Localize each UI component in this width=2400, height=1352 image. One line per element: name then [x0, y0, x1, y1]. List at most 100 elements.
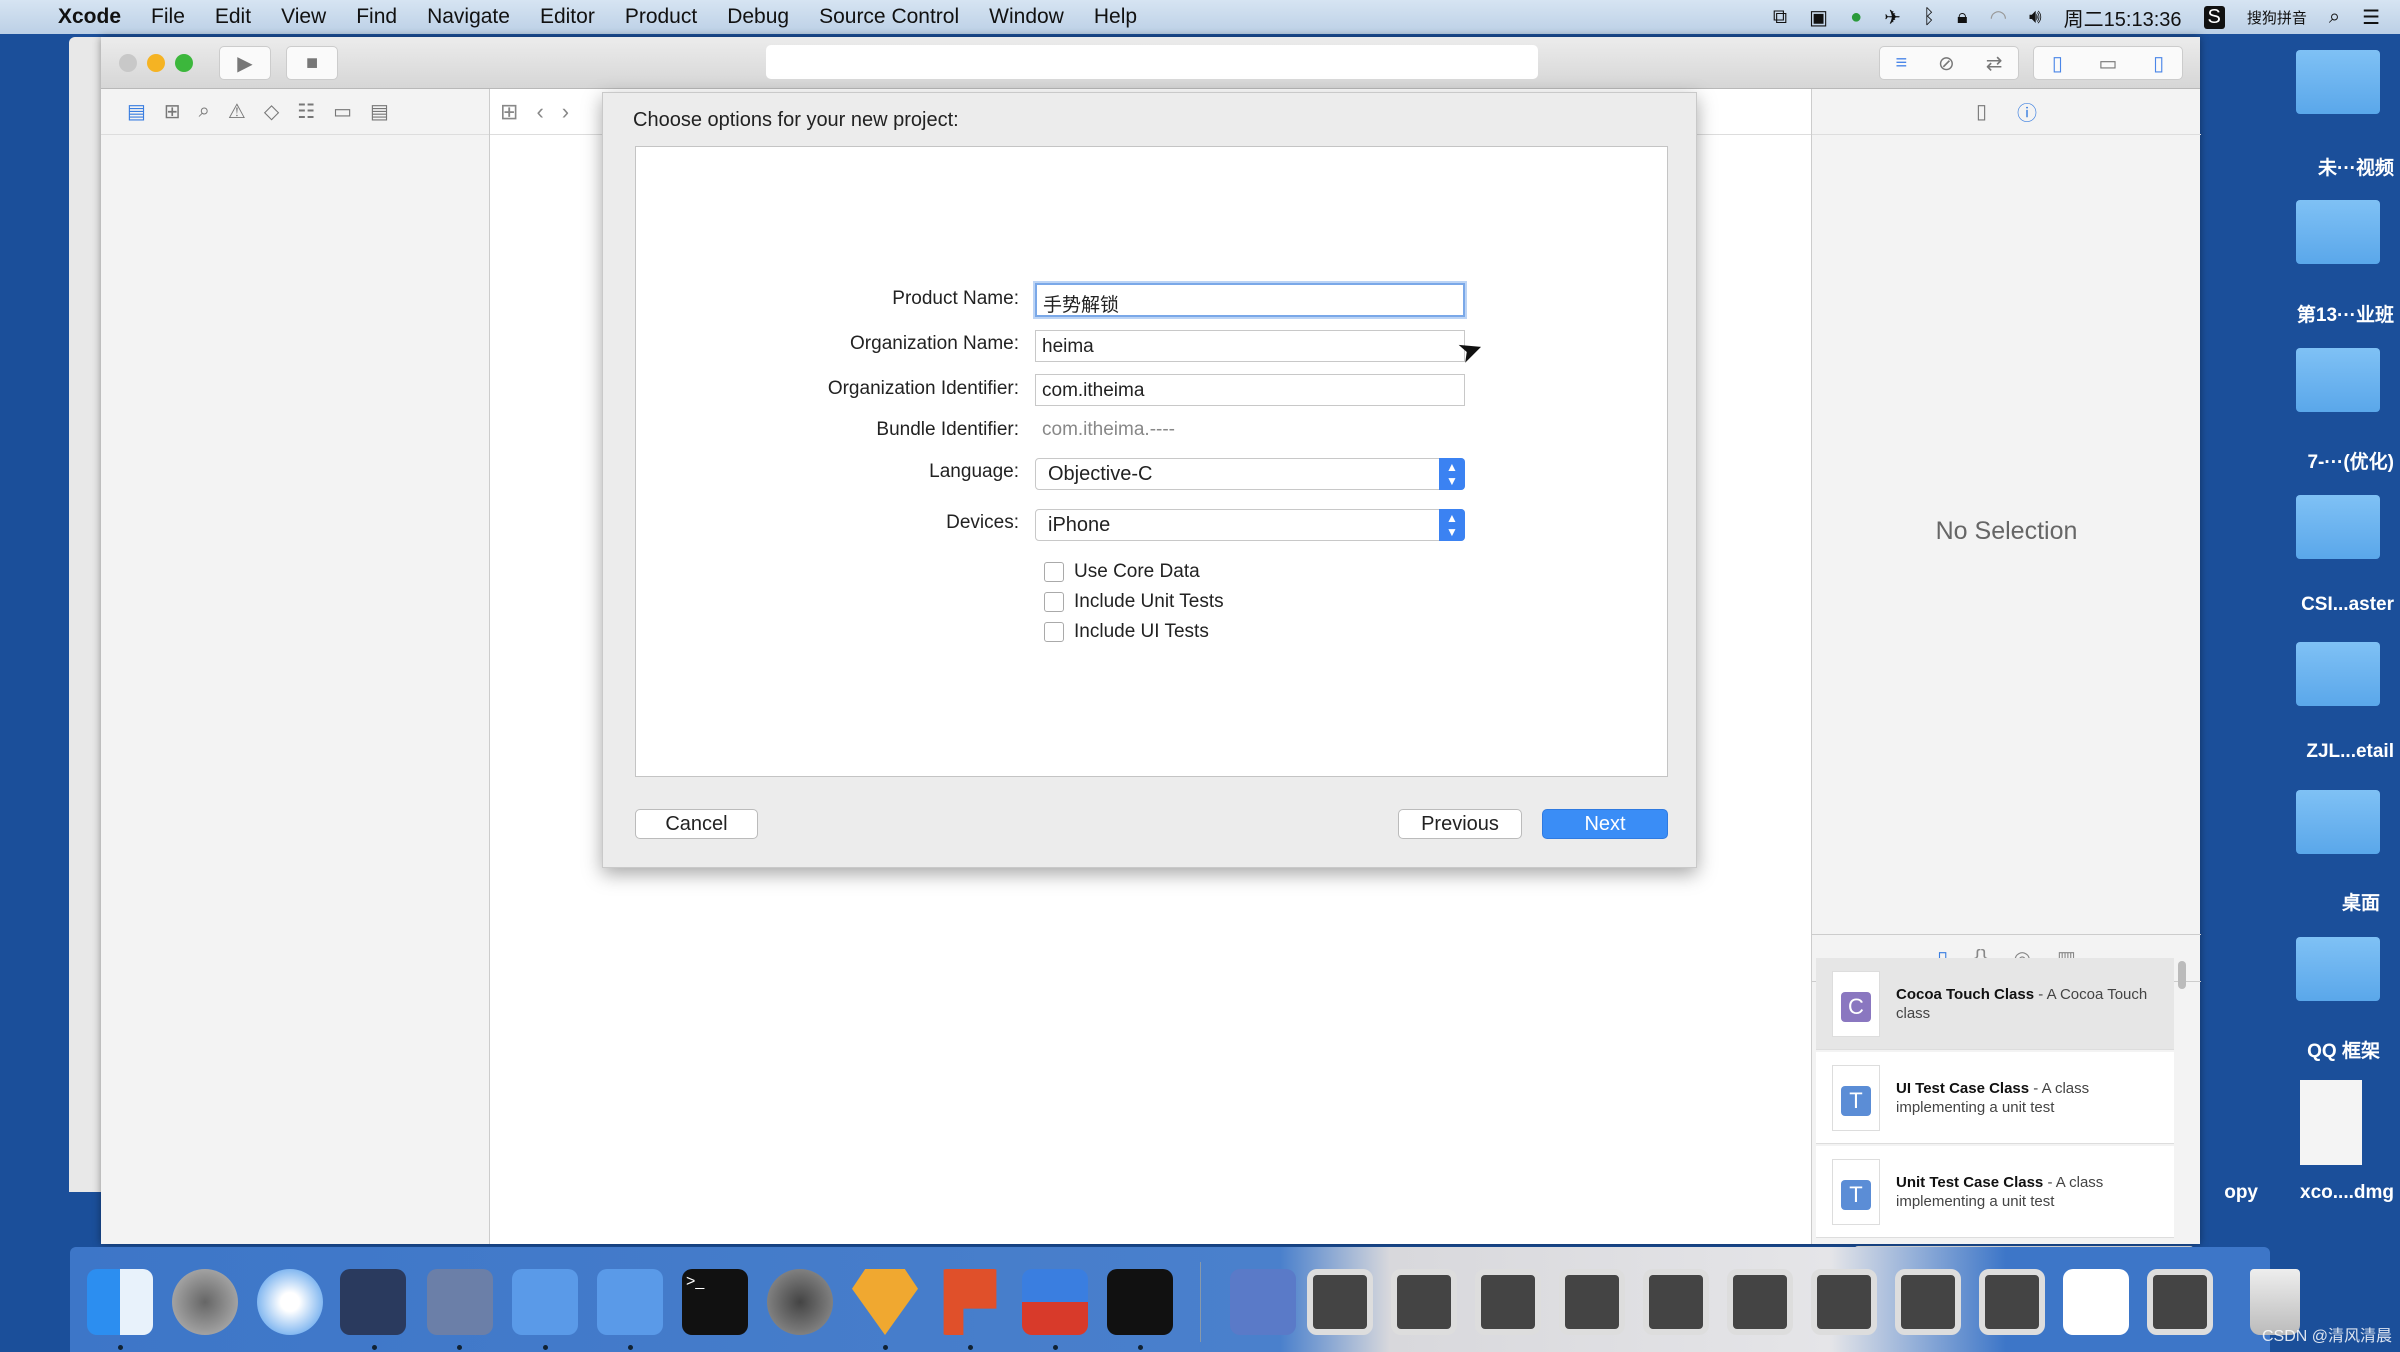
- wifi-icon[interactable]: ◠: [1990, 5, 2007, 30]
- menu-product[interactable]: Product: [625, 5, 697, 29]
- library-item[interactable]: C Cocoa Touch Class - A Cocoa Touch clas…: [1816, 958, 2174, 1050]
- menu-app[interactable]: Xcode: [58, 5, 121, 29]
- quick-help-icon[interactable]: ⓘ: [2017, 97, 2037, 126]
- screenshot-thumbnail-icon[interactable]: [1643, 1269, 1709, 1335]
- launchpad-icon[interactable]: [172, 1269, 238, 1335]
- debug-area-toggle-icon[interactable]: ▭: [2099, 51, 2118, 76]
- related-items-icon[interactable]: ⊞: [500, 99, 518, 125]
- safari-icon[interactable]: [257, 1269, 323, 1335]
- desktop-item[interactable]: 未···视频: [2318, 153, 2394, 180]
- ppt-icon[interactable]: [943, 1269, 997, 1335]
- library-item[interactable]: T Unit Test Case Class - A class impleme…: [1816, 1146, 2174, 1238]
- menu-find[interactable]: Find: [356, 5, 397, 29]
- desktop-folder-icon[interactable]: [2296, 937, 2380, 1001]
- menu-navigate[interactable]: Navigate: [427, 5, 510, 29]
- imovie-icon[interactable]: [427, 1269, 493, 1335]
- finder-icon[interactable]: [87, 1269, 153, 1335]
- desktop-item[interactable]: ZJL...etail: [2306, 741, 2394, 763]
- include-unit-tests-checkbox[interactable]: Include Unit Tests: [1044, 591, 1224, 613]
- issue-navigator-icon[interactable]: ⚠: [228, 99, 246, 124]
- run-button[interactable]: ▶: [219, 46, 271, 80]
- simulator-icon[interactable]: [597, 1269, 663, 1335]
- library-item[interactable]: T UI Test Case Class - A class implement…: [1816, 1052, 2174, 1144]
- lock-icon[interactable]: 🔒︎: [1957, 6, 1968, 29]
- screen-mirror-icon[interactable]: ⧉: [1773, 6, 1787, 29]
- system-preferences-icon[interactable]: [767, 1269, 833, 1335]
- desktop-item-partial[interactable]: opy: [2224, 1182, 2258, 1204]
- language-select[interactable]: Objective-C ▲ ▼: [1035, 458, 1465, 490]
- use-core-data-checkbox[interactable]: Use Core Data: [1044, 561, 1200, 583]
- navigator-toggle-icon[interactable]: ▯: [2052, 51, 2063, 76]
- debug-navigator-icon[interactable]: ☷: [297, 99, 315, 124]
- notification-center-icon[interactable]: ☰: [2362, 5, 2380, 30]
- ime-label[interactable]: 搜狗拼音: [2247, 7, 2307, 28]
- include-ui-tests-checkbox[interactable]: Include UI Tests: [1044, 621, 1209, 643]
- desktop-item[interactable]: QQ 框架: [2307, 1036, 2380, 1063]
- screenshot-thumbnail-icon[interactable]: [1979, 1269, 2045, 1335]
- desktop-item[interactable]: xco....dmg: [2300, 1182, 2394, 1204]
- desktop-item[interactable]: 桌面: [2342, 888, 2380, 915]
- desktop-item[interactable]: 第13···业班: [2297, 300, 2394, 327]
- sketch-icon[interactable]: [852, 1269, 918, 1335]
- checkbox-box[interactable]: [1044, 562, 1064, 582]
- menu-view[interactable]: View: [281, 5, 326, 29]
- checkbox-box[interactable]: [1044, 622, 1064, 642]
- screenshot-thumbnail-icon[interactable]: [1727, 1269, 1793, 1335]
- desktop-folder-icon[interactable]: [2296, 790, 2380, 854]
- desktop-folder-icon[interactable]: [2296, 50, 2380, 114]
- menu-editor[interactable]: Editor: [540, 5, 595, 29]
- desktop-folder-icon[interactable]: [2296, 495, 2380, 559]
- stop-button[interactable]: ■: [286, 46, 338, 80]
- sketch-document-icon[interactable]: [2063, 1269, 2129, 1335]
- project-navigator-icon[interactable]: ▤: [127, 99, 146, 124]
- volume-icon[interactable]: 🔊︎: [2029, 6, 2042, 29]
- breakpoint-navigator-icon[interactable]: ▭: [333, 99, 352, 124]
- menu-edit[interactable]: Edit: [215, 5, 251, 29]
- menu-file[interactable]: File: [151, 5, 185, 29]
- dmg-file-icon[interactable]: [2300, 1080, 2362, 1165]
- desktop-item[interactable]: CSI...aster: [2301, 594, 2394, 616]
- mouse-app-icon[interactable]: [340, 1269, 406, 1335]
- desktop-folder-icon[interactable]: [2296, 348, 2380, 412]
- airplane-icon[interactable]: ✈: [1884, 5, 1901, 30]
- screenshot-thumbnail-icon[interactable]: [1391, 1269, 1457, 1335]
- menu-help[interactable]: Help: [1094, 5, 1137, 29]
- back-icon[interactable]: ‹: [536, 99, 543, 125]
- clock[interactable]: 周二15:13:36: [2064, 3, 2182, 32]
- ime-icon[interactable]: S: [2203, 5, 2225, 29]
- assistant-editor-icon[interactable]: ⊘: [1938, 51, 1955, 76]
- org-id-field[interactable]: com.itheima: [1035, 374, 1465, 406]
- screenshot-thumbnail-icon[interactable]: [1475, 1269, 1541, 1335]
- org-name-field[interactable]: heima: [1035, 330, 1465, 362]
- screenshot-thumbnail-icon[interactable]: [2147, 1269, 2213, 1335]
- menu-window[interactable]: Window: [989, 5, 1064, 29]
- screenshot-thumbnail-icon[interactable]: [1559, 1269, 1625, 1335]
- desktop-folder-icon[interactable]: [2296, 642, 2380, 706]
- desktop-folder-icon[interactable]: [2296, 200, 2380, 264]
- utilities-toggle-icon[interactable]: ▯: [2153, 51, 2164, 76]
- player-icon[interactable]: ●: [1850, 6, 1862, 29]
- xcode-icon[interactable]: [512, 1269, 578, 1335]
- spotlight-icon[interactable]: ⌕: [2329, 6, 2340, 29]
- next-button[interactable]: Next: [1542, 809, 1668, 839]
- library-scrollbar[interactable]: [2178, 961, 2186, 989]
- screenshot-thumbnail-icon[interactable]: [1307, 1269, 1373, 1335]
- close-button[interactable]: [119, 54, 137, 72]
- zoom-button[interactable]: [175, 54, 193, 72]
- menu-debug[interactable]: Debug: [727, 5, 789, 29]
- desktop-item[interactable]: 7-···(优化): [2307, 447, 2394, 474]
- menu-source-control[interactable]: Source Control: [819, 5, 959, 29]
- product-name-field[interactable]: 手势解锁: [1035, 283, 1465, 317]
- test-navigator-icon[interactable]: ◇: [264, 99, 279, 124]
- exec-terminal-icon[interactable]: [1107, 1269, 1173, 1335]
- bluetooth-icon[interactable]: ᛒ: [1923, 6, 1935, 29]
- devices-select[interactable]: iPhone ▲ ▼: [1035, 509, 1465, 541]
- file-inspector-icon[interactable]: ▯: [1976, 99, 1987, 124]
- minimize-button[interactable]: [147, 54, 165, 72]
- find-navigator-icon[interactable]: ⌕: [199, 100, 210, 123]
- cancel-button[interactable]: Cancel: [635, 809, 758, 839]
- camera-icon[interactable]: ▣: [1809, 5, 1828, 30]
- checkbox-box[interactable]: [1044, 592, 1064, 612]
- media-player-icon[interactable]: [1230, 1269, 1296, 1335]
- screenshot-thumbnail-icon[interactable]: [1811, 1269, 1877, 1335]
